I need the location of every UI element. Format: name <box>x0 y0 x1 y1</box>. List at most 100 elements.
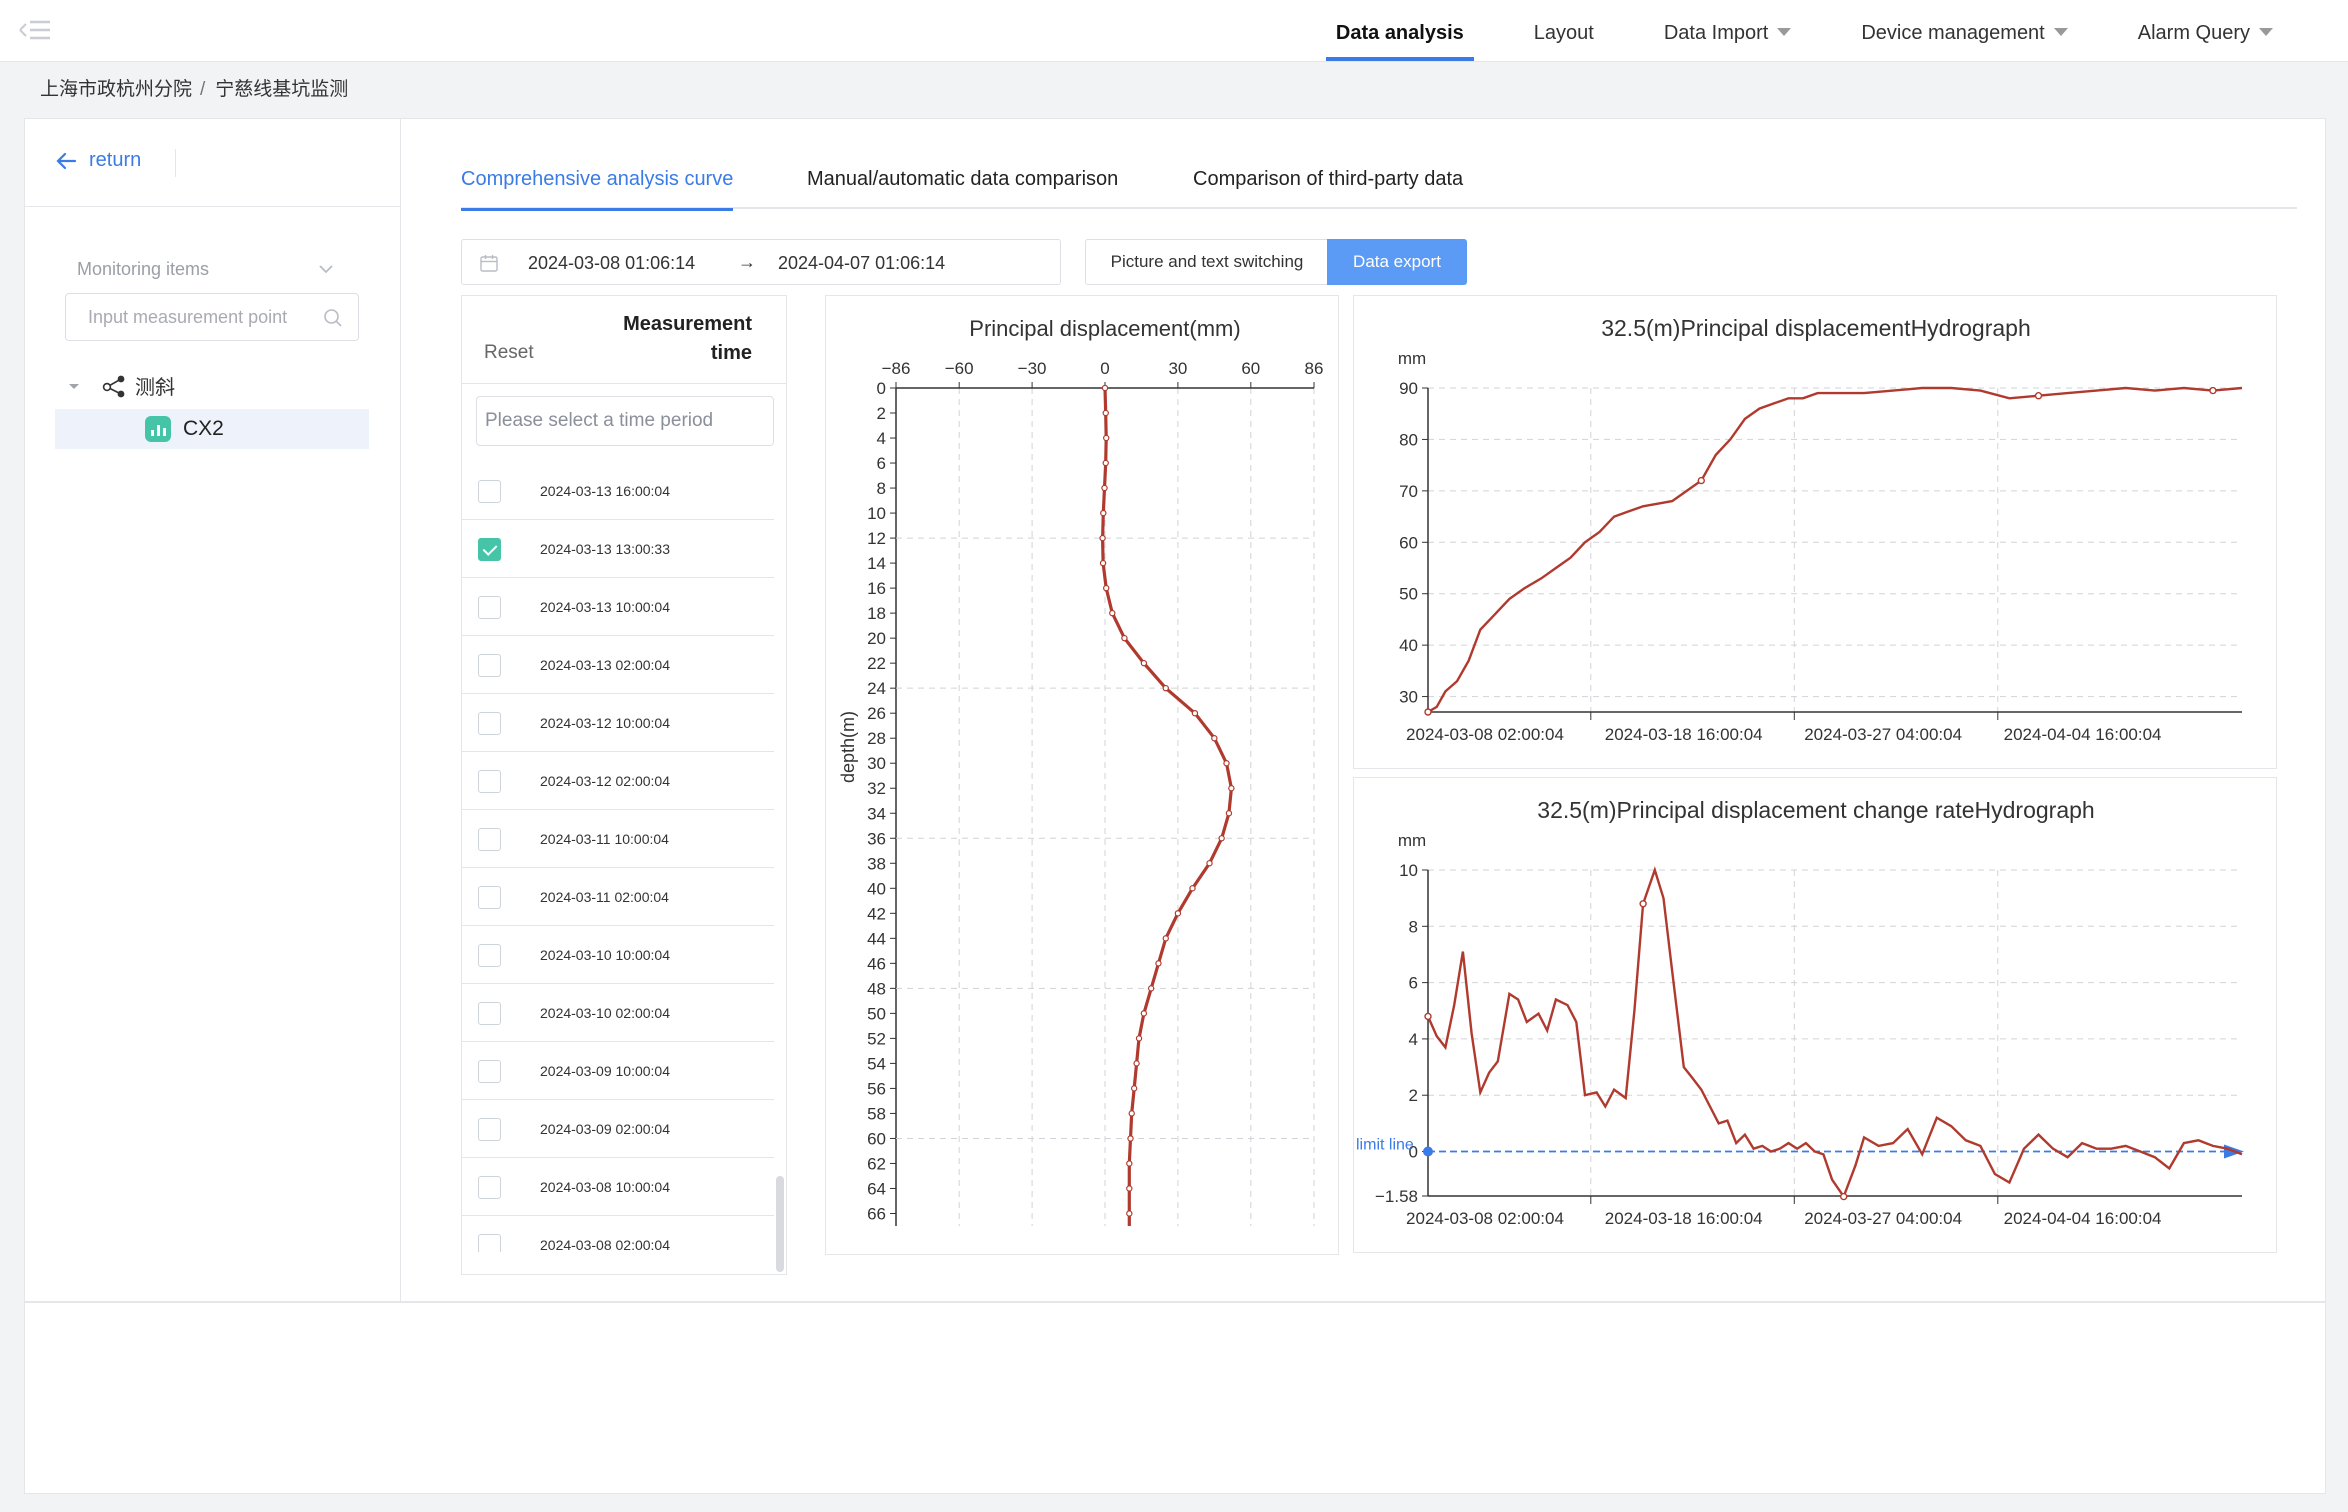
list-item[interactable]: 2024-03-10 10:00:04 <box>462 926 774 984</box>
reset-button[interactable]: Reset <box>484 342 534 364</box>
caret-down-icon <box>2053 28 2068 36</box>
tab-label: Manual/automatic data comparison <box>807 168 1119 190</box>
measurement-time-label: 2024-03-08 10:00:04 <box>540 1179 670 1195</box>
checkbox[interactable] <box>478 480 501 503</box>
x-tick-label: 2024-03-08 02:00:04 <box>1406 1209 1564 1228</box>
checkbox[interactable] <box>478 1176 501 1199</box>
series-line <box>1427 386 2243 714</box>
list-item[interactable]: 2024-03-12 10:00:04 <box>462 694 774 752</box>
measurement-time-label: 2024-03-12 02:00:04 <box>540 773 670 789</box>
y-tick-label: 40 <box>1399 636 1418 655</box>
list-item[interactable]: 2024-03-13 16:00:04 <box>462 462 774 520</box>
y-tick-label: 62 <box>867 1154 886 1173</box>
x-tick-label: 0 <box>1100 359 1109 378</box>
list-item[interactable]: 2024-03-08 10:00:04 <box>462 1158 774 1216</box>
checkbox[interactable] <box>478 770 501 793</box>
list-item[interactable]: 2024-03-09 10:00:04 <box>462 1042 774 1100</box>
nav-layout[interactable]: Layout <box>1524 0 1604 62</box>
list-item[interactable]: 2024-03-13 02:00:04 <box>462 636 774 694</box>
list-item[interactable]: 2024-03-11 02:00:04 <box>462 868 774 926</box>
change-rate-hydrograph: 32.5(m)Principal displacement change rat… <box>1356 797 2244 1228</box>
top-bar: Data analysis Layout Data Import Device … <box>0 0 2348 62</box>
checkbox[interactable] <box>478 596 501 619</box>
list-item[interactable]: 2024-03-11 10:00:04 <box>462 810 774 868</box>
y-tick-label: 28 <box>867 729 886 748</box>
return-button[interactable]: return <box>55 149 141 172</box>
checkbox[interactable] <box>478 1060 501 1083</box>
data-point <box>1223 760 1230 767</box>
checkbox[interactable] <box>478 828 501 851</box>
tab-label: Comprehensive analysis curve <box>461 168 734 190</box>
checkbox[interactable] <box>478 886 501 909</box>
y-tick-label: 6 <box>1409 974 1418 993</box>
start-date[interactable]: 2024-03-08 01:06:14 <box>528 253 695 274</box>
y-tick-label: 8 <box>877 479 886 498</box>
tab-comprehensive-analysis[interactable]: Comprehensive analysis curve <box>461 159 734 211</box>
tree-node-cx2[interactable]: CX2 <box>55 409 369 449</box>
hydrograph-panel: 32.5(m)Principal displacementHydrograph m… <box>1353 295 2277 769</box>
data-point <box>1225 810 1233 817</box>
x-tick-label: −30 <box>1018 359 1047 378</box>
date-range-picker[interactable]: 2024-03-08 01:06:14 → 2024-04-07 01:06:1… <box>461 239 1061 285</box>
checkbox[interactable] <box>478 1118 501 1141</box>
y-tick-label: 40 <box>867 879 886 898</box>
checkbox[interactable] <box>478 654 501 677</box>
search-icon <box>324 309 342 327</box>
checkbox[interactable] <box>478 712 501 735</box>
nav-device-management[interactable]: Device management <box>1851 0 2077 62</box>
time-period-filter[interactable]: Please select a time period <box>476 396 774 446</box>
monitoring-items-select[interactable]: Monitoring items <box>65 249 345 289</box>
y-tick-label: 4 <box>1409 1030 1418 1049</box>
share-nodes-icon <box>102 375 125 397</box>
menu-collapse-icon[interactable] <box>12 14 52 46</box>
caret-down-icon[interactable] <box>65 377 83 395</box>
data-point <box>1162 935 1169 942</box>
y-tick-label: 58 <box>867 1104 886 1123</box>
measurement-time-list: 2024-03-13 16:00:04 2024-03-13 13:00:33 20… <box>462 462 774 1252</box>
nav-label: Alarm Query <box>2137 22 2250 44</box>
measurement-time-header: Reset Measurement time <box>462 296 786 384</box>
list-item[interactable]: 2024-03-10 02:00:04 <box>462 984 774 1042</box>
y-tick-label: 0 <box>877 379 886 398</box>
checkbox[interactable] <box>478 1002 501 1025</box>
list-item[interactable]: 2024-03-13 10:00:04 <box>462 578 774 636</box>
nav-data-analysis[interactable]: Data analysis <box>1325 0 1474 62</box>
search-input[interactable]: Input measurement point <box>65 293 359 341</box>
breadcrumb-org[interactable]: 上海市政杭州分院 <box>40 79 192 100</box>
chevron-down-icon <box>319 265 333 274</box>
breadcrumb-separator: / <box>200 79 206 100</box>
tab-third-party-comparison[interactable]: Comparison of third-party data <box>1193 159 1463 209</box>
rate-hydrograph-panel: 32.5(m)Principal displacement change rat… <box>1353 777 2277 1253</box>
unit-label: mm <box>1398 349 1426 368</box>
picture-text-switch-button[interactable]: Picture and text switching <box>1085 239 1329 285</box>
data-point <box>1126 1210 1133 1217</box>
checkbox[interactable] <box>478 538 501 561</box>
x-tick-label: 60 <box>1241 359 1260 378</box>
caret-down-icon <box>1777 28 1792 36</box>
y-tick-label: 36 <box>867 829 886 848</box>
measurement-time-label: 2024-03-13 16:00:04 <box>540 483 670 499</box>
tab-manual-automatic-comparison[interactable]: Manual/automatic data comparison <box>807 159 1118 209</box>
y-tick-label: 2 <box>877 404 886 423</box>
y-tick-label: 60 <box>1399 533 1418 552</box>
data-point <box>1639 900 1647 908</box>
list-item[interactable]: 2024-03-09 02:00:04 <box>462 1100 774 1158</box>
nav-data-import[interactable]: Data Import <box>1654 0 1801 62</box>
list-item[interactable]: 2024-03-13 13:00:33 <box>462 520 774 578</box>
data-point <box>1228 785 1235 792</box>
list-item[interactable]: 2024-03-08 02:00:04 <box>462 1216 774 1252</box>
measurement-time-label: 2024-03-10 02:00:04 <box>540 1005 670 1021</box>
data-export-button[interactable]: Data export <box>1327 239 1467 285</box>
scrollbar[interactable] <box>776 1176 784 1272</box>
unit-label: mm <box>1398 831 1426 850</box>
list-item[interactable]: 2024-03-12 02:00:04 <box>462 752 774 810</box>
y-tick-label: 26 <box>867 704 886 723</box>
tree-node-root[interactable]: 测斜 <box>65 371 175 400</box>
nav-label: Device management <box>1861 22 2045 44</box>
checkbox[interactable] <box>478 944 501 967</box>
chart-title: 32.5(m)Principal displacementHydrograph <box>1601 315 2031 341</box>
nav-alarm-query[interactable]: Alarm Query <box>2128 0 2283 62</box>
end-date[interactable]: 2024-04-07 01:06:14 <box>778 253 945 274</box>
data-point <box>1189 885 1196 892</box>
checkbox[interactable] <box>478 1234 501 1252</box>
